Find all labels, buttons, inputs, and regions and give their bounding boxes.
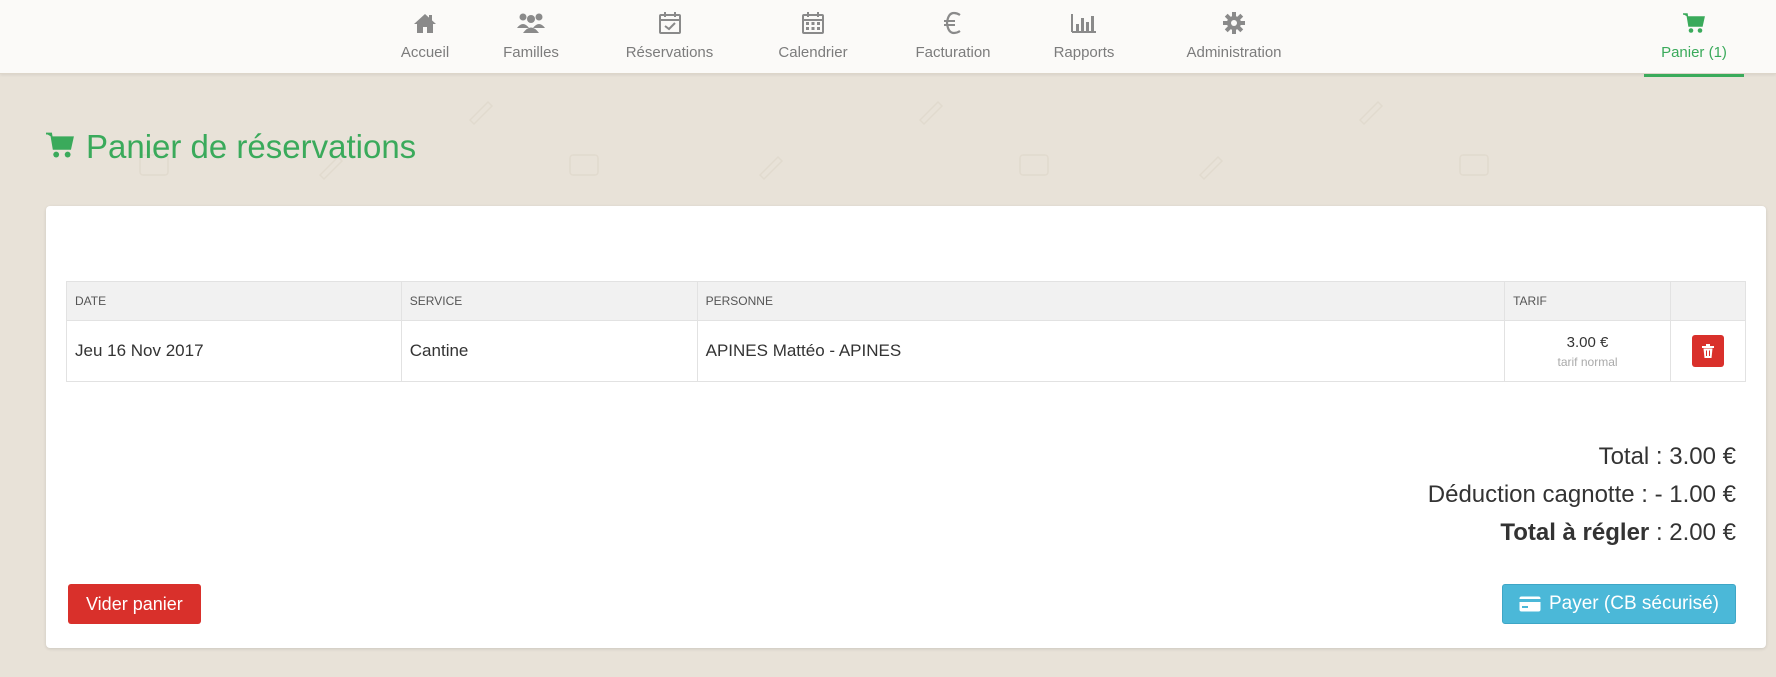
column-header-action bbox=[1669, 281, 1747, 321]
total-value: 3.00 € bbox=[1669, 443, 1736, 470]
empty-cart-button[interactable]: Vider panier bbox=[68, 584, 201, 624]
cart-table: DATE SERVICE PERSONNE TARIF Jeu 16 Nov 2… bbox=[66, 281, 1747, 382]
nav-label-calendrier: Calendrier bbox=[778, 44, 848, 61]
tarif-kind: tarif normal bbox=[1557, 354, 1618, 369]
deduction-value: - 1.00 € bbox=[1654, 481, 1736, 508]
credit-card-icon bbox=[1519, 596, 1541, 612]
tarif-amount: 3.00 € bbox=[1566, 333, 1609, 351]
calendar-icon bbox=[801, 10, 825, 36]
amount-due-line: Total à régler : 2.00 € bbox=[1428, 514, 1736, 552]
total-label: Total : bbox=[1598, 443, 1663, 470]
users-icon bbox=[515, 10, 547, 36]
column-header-tarif[interactable]: TARIF bbox=[1504, 281, 1671, 321]
nav-item-calendrier[interactable]: Calendrier bbox=[767, 0, 859, 74]
cart-panel: DATE SERVICE PERSONNE TARIF Jeu 16 Nov 2… bbox=[46, 206, 1766, 648]
deduction-label: Déduction cagnotte : bbox=[1427, 481, 1648, 508]
euro-icon bbox=[943, 10, 963, 36]
nav-item-cart[interactable]: Panier (1) bbox=[1644, 0, 1744, 77]
cart-icon bbox=[1682, 10, 1706, 36]
column-header-service[interactable]: SERVICE bbox=[400, 281, 698, 321]
nav-label-accueil: Accueil bbox=[400, 44, 450, 61]
bar-chart-icon bbox=[1070, 10, 1098, 36]
nav-label-rapports: Rapports bbox=[1053, 44, 1115, 61]
nav-item-rapports[interactable]: Rapports bbox=[1043, 0, 1125, 74]
calendar-check-icon bbox=[658, 10, 682, 36]
column-header-person[interactable]: PERSONNE bbox=[696, 281, 1506, 321]
cell-tarif: 3.00 € tarif normal bbox=[1504, 320, 1671, 382]
nav-label-facturation: Facturation bbox=[915, 44, 991, 61]
trash-icon bbox=[1701, 344, 1714, 358]
nav-label-familles: Familles bbox=[503, 44, 559, 61]
pay-button-label: Payer (CB sécurisé) bbox=[1549, 593, 1719, 614]
cart-icon bbox=[44, 131, 76, 164]
nav-item-reservations[interactable]: Réservations bbox=[612, 0, 727, 74]
nav-label-reservations: Réservations bbox=[625, 44, 714, 61]
cell-service: Cantine bbox=[400, 320, 698, 382]
table-header-row: DATE SERVICE PERSONNE TARIF bbox=[66, 281, 1747, 321]
gear-icon bbox=[1222, 10, 1246, 36]
column-header-date[interactable]: DATE bbox=[66, 281, 402, 321]
cell-date: Jeu 16 Nov 2017 bbox=[66, 320, 402, 382]
top-navigation: Accueil Familles Réservations Calendrier… bbox=[0, 0, 1776, 77]
cell-person: APINES Mattéo - APINES bbox=[696, 320, 1506, 382]
amount-due-value: : 2.00 € bbox=[1655, 519, 1736, 546]
home-icon bbox=[413, 10, 437, 36]
nav-label-administration: Administration bbox=[1186, 44, 1282, 61]
deduction-line: Déduction cagnotte : - 1.00 € bbox=[1428, 476, 1736, 514]
nav-item-accueil[interactable]: Accueil bbox=[390, 0, 460, 74]
nav-item-administration[interactable]: Administration bbox=[1169, 0, 1299, 74]
nav-label-cart: Panier (1) bbox=[1661, 44, 1727, 61]
pay-button[interactable]: Payer (CB sécurisé) bbox=[1502, 584, 1736, 624]
cell-action bbox=[1669, 320, 1747, 382]
page-title-text: Panier de réservations bbox=[86, 128, 417, 165]
total-line: Total : 3.00 € bbox=[1428, 438, 1736, 476]
nav-item-facturation[interactable]: Facturation bbox=[903, 0, 1003, 74]
page-title: Panier de réservations bbox=[44, 128, 416, 166]
amount-due-label: Total à régler bbox=[1500, 519, 1650, 546]
delete-row-button[interactable] bbox=[1691, 335, 1724, 367]
table-row: Jeu 16 Nov 2017 Cantine APINES Mattéo - … bbox=[66, 320, 1747, 382]
totals-summary: Total : 3.00 € Déduction cagnotte : - 1.… bbox=[1428, 438, 1736, 552]
nav-item-familles[interactable]: Familles bbox=[490, 0, 572, 74]
